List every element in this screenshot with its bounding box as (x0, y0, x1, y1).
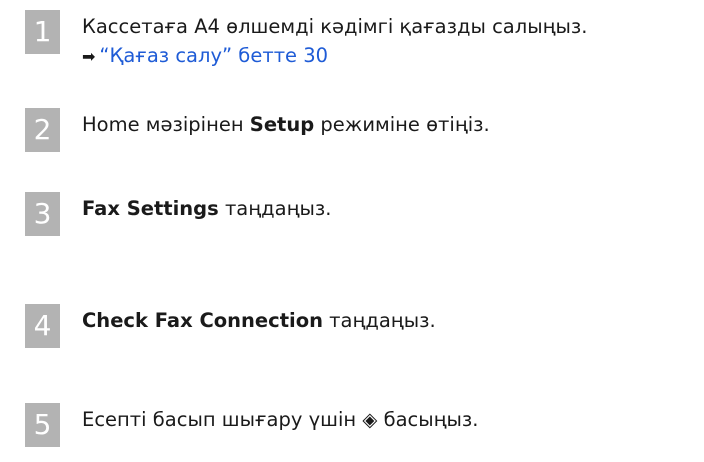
step-instruction: Кассетаға A4 өлшемді кәдімгі қағазды сал… (82, 12, 587, 41)
step-instruction: Check Fax Connection таңдаңыз. (82, 306, 436, 335)
page-reference-link[interactable]: “Қағаз салу” бетте 30 (99, 44, 328, 67)
check-fax-connection-label: Check Fax Connection (82, 309, 323, 332)
step-number-badge: 4 (25, 304, 60, 348)
step-number-badge: 5 (25, 403, 60, 447)
step-text-suffix: таңдаңыз. (218, 197, 332, 220)
step-reference[interactable]: ➡ “Қағаз салу” бетте 30 (82, 41, 328, 71)
step-text: Кассетаға A4 өлшемді кәдімгі қағазды сал… (82, 15, 588, 38)
step-number-badge: 2 (25, 108, 60, 152)
step-text-prefix: Home мәзірінен (82, 113, 250, 136)
fax-settings-label: Fax Settings (82, 197, 219, 220)
step-instruction: Есепті басып шығару үшін ◈ басыңыз. (82, 405, 479, 434)
step-number-badge: 1 (25, 10, 60, 54)
step-text-suffix: режиміне өтіңіз. (314, 113, 490, 136)
step-number-badge: 3 (25, 192, 60, 236)
step-text-suffix: таңдаңыз. (322, 309, 436, 332)
step-instruction: Home мәзірінен Setup режиміне өтіңіз. (82, 110, 490, 139)
arrow-right-icon: ➡ (82, 47, 96, 66)
setup-menu-label: Setup (249, 113, 315, 136)
step-text: Есепті басып шығару үшін ◈ басыңыз. (82, 408, 479, 431)
step-instruction: Fax Settings таңдаңыз. (82, 194, 331, 223)
